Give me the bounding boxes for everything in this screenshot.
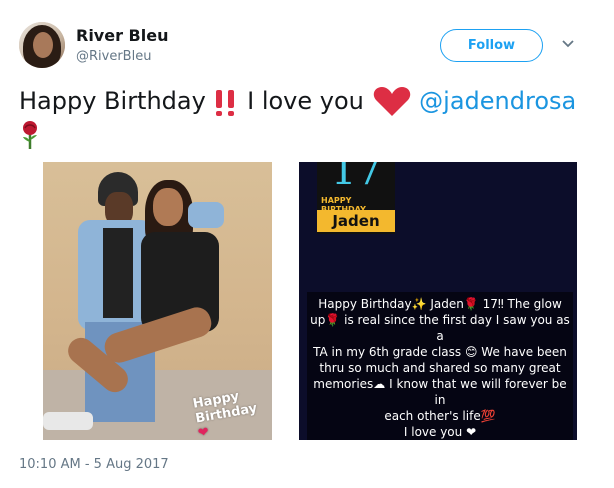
message-line: thru so much and shared so many great bbox=[319, 361, 561, 375]
heart-icon bbox=[373, 87, 410, 116]
heart-icon: ❤ bbox=[196, 424, 211, 440]
tweet-text-prefix: Happy Birthday bbox=[19, 87, 206, 115]
message-line: memories☁ I know that we will forever be… bbox=[313, 377, 567, 407]
tweet-text-mid: I love you bbox=[247, 87, 364, 115]
message-line: up🌹 is real since the first day I saw yo… bbox=[310, 313, 570, 343]
message-line: each other's life💯 bbox=[384, 409, 496, 423]
photo-message[interactable]: 17 HAPPY BIRTHDAY Jaden Happy Birthday✨ … bbox=[299, 162, 577, 440]
follow-button[interactable]: Follow bbox=[440, 29, 543, 62]
avatar[interactable] bbox=[19, 22, 65, 68]
badge-number: 17 bbox=[331, 162, 382, 194]
rose-icon bbox=[23, 121, 37, 149]
chevron-down-icon[interactable] bbox=[561, 38, 575, 50]
user-name[interactable]: River Bleu bbox=[76, 26, 168, 45]
photo-couple[interactable]: Happy Birthday ❤ bbox=[43, 162, 272, 440]
birthday-message: Happy Birthday✨ Jaden🌹 17‼ The glow up🌹 … bbox=[307, 292, 573, 440]
double-exclamation-icon bbox=[216, 90, 235, 116]
tweet-timestamp[interactable]: 10:10 AM - 5 Aug 2017 bbox=[19, 457, 169, 472]
mention-link[interactable]: @jadendrosa bbox=[419, 87, 576, 115]
birthday-badge: 17 HAPPY BIRTHDAY Jaden bbox=[317, 162, 395, 234]
badge-name: Jaden bbox=[317, 210, 395, 232]
message-line: TA in my 6th grade class 😊 We have been bbox=[313, 345, 567, 359]
message-line: I love you ❤ bbox=[403, 425, 477, 439]
message-line: Happy Birthday✨ Jaden🌹 17‼ The glow bbox=[318, 297, 562, 311]
user-handle[interactable]: @RiverBleu bbox=[76, 49, 151, 64]
tweet-text: Happy Birthday I love you @jadendrosa bbox=[19, 85, 599, 150]
